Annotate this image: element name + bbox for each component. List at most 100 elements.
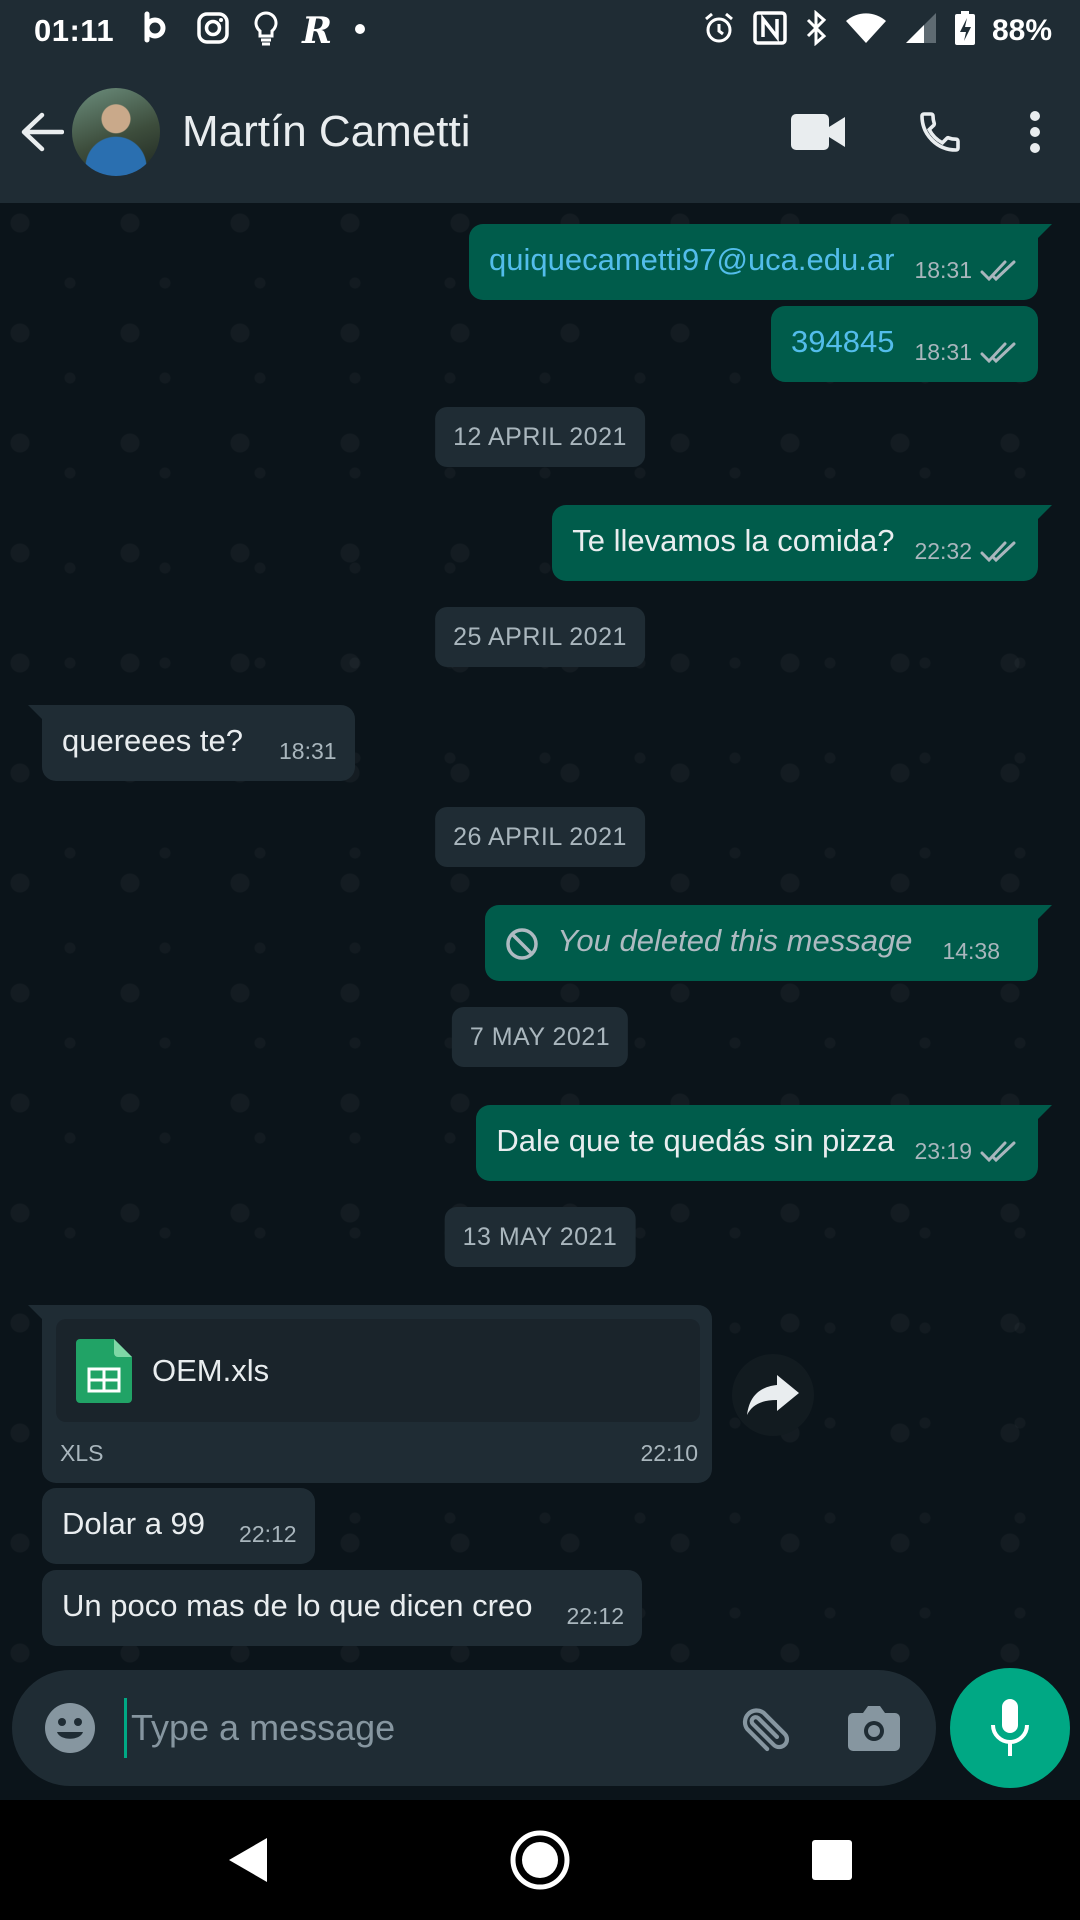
wifi-icon xyxy=(844,11,888,50)
spreadsheet-icon xyxy=(76,1338,132,1403)
document-footer: XLS 22:10 xyxy=(56,1422,700,1467)
incoming-message[interactable]: Dolar a 99 22:12 xyxy=(42,1488,315,1564)
back-button[interactable] xyxy=(18,108,66,156)
message-text: quereees te? xyxy=(62,722,243,758)
bluetooth-icon xyxy=(804,9,828,51)
microphone-icon xyxy=(991,1699,1029,1756)
document-message[interactable]: OEM.xls XLS 22:10 xyxy=(28,1305,712,1483)
message-meta: 22:12 xyxy=(239,1520,297,1564)
document-name: OEM.xls xyxy=(152,1352,270,1388)
message-text: You deleted this message xyxy=(557,922,913,958)
outgoing-message[interactable]: Dale que te quedás sin pizza 23:19 xyxy=(476,1105,1052,1181)
message-time: 22:10 xyxy=(640,1440,698,1466)
more-options-button[interactable] xyxy=(1000,82,1070,182)
bereal-icon xyxy=(140,11,174,51)
more-vert-icon xyxy=(1030,111,1040,153)
message-row: Dolar a 99 22:12 xyxy=(42,1488,315,1564)
message-meta: 14:38 xyxy=(942,937,1000,981)
voice-message-button[interactable] xyxy=(950,1668,1070,1788)
lightbulb-icon xyxy=(252,10,280,51)
camera-button[interactable] xyxy=(834,1688,914,1768)
double-check-icon xyxy=(980,260,1016,282)
message-row: You deleted this message 14:38 xyxy=(485,905,1052,981)
notification-icons: R xyxy=(140,10,366,51)
double-check-icon xyxy=(980,541,1016,563)
incoming-message[interactable]: quereees te? 18:31 xyxy=(28,705,355,781)
nav-home-button[interactable] xyxy=(480,1800,600,1920)
message-time: 18:31 xyxy=(914,339,972,366)
video-call-button[interactable] xyxy=(768,82,868,182)
forward-icon xyxy=(747,1375,799,1415)
video-call-icon xyxy=(791,114,845,150)
double-check-icon xyxy=(980,1141,1016,1163)
paperclip-icon xyxy=(742,1708,790,1752)
chat-header: Martín Cametti xyxy=(0,61,1080,203)
message-row: Te llevamos la comida? 22:32 xyxy=(552,505,1052,581)
attach-button[interactable] xyxy=(726,1688,806,1768)
message-text[interactable]: quiquecametti97@uca.edu.ar xyxy=(489,240,894,300)
message-text: Te llevamos la comida? xyxy=(572,522,895,558)
date-separator: 25 APRIL 2021 xyxy=(435,607,645,667)
contact-name[interactable]: Martín Cametti xyxy=(182,107,471,157)
message-time: 22:12 xyxy=(566,1603,625,1630)
square-recents-icon xyxy=(812,1840,852,1880)
contact-avatar[interactable] xyxy=(72,88,160,176)
message-list[interactable]: quiquecametti97@uca.edu.ar 18:31 394845 … xyxy=(0,203,1080,1669)
r-app-icon: R xyxy=(302,9,332,52)
message-time: 14:38 xyxy=(942,938,1000,965)
emoji-button[interactable] xyxy=(40,1698,100,1758)
message-row: quiquecametti97@uca.edu.ar 18:31 xyxy=(468,224,1053,300)
status-time: 01:11 xyxy=(34,12,115,48)
message-meta: 18:31 xyxy=(279,737,337,781)
voice-call-button[interactable] xyxy=(890,82,990,182)
message-row: Dale que te quedás sin pizza 23:19 xyxy=(476,1105,1052,1181)
document-type: XLS xyxy=(60,1440,104,1466)
voice-call-icon xyxy=(920,112,960,152)
battery-charging-icon xyxy=(954,10,976,51)
battery-percent: 88% xyxy=(991,13,1052,47)
message-composer xyxy=(12,1670,936,1786)
message-time: 22:12 xyxy=(239,1521,297,1548)
date-separator: 26 APRIL 2021 xyxy=(435,807,645,867)
emoji-icon xyxy=(45,1703,95,1753)
message-text: Dolar a 99 xyxy=(62,1505,206,1541)
back-arrow-icon xyxy=(21,112,64,152)
alarm-icon xyxy=(702,11,736,50)
blocked-icon xyxy=(506,928,539,960)
dot-icon xyxy=(354,22,366,40)
message-time: 22:32 xyxy=(914,538,972,565)
system-navigation-bar xyxy=(0,1800,1080,1920)
outgoing-message[interactable]: Te llevamos la comida? 22:32 xyxy=(552,505,1052,581)
message-meta: 18:31 xyxy=(914,338,1020,382)
message-input[interactable] xyxy=(124,1698,706,1758)
incoming-message[interactable]: Un poco mas de lo que dicen creo 22:12 xyxy=(42,1570,643,1646)
instagram-icon xyxy=(196,11,230,50)
system-icons: 88% xyxy=(702,9,1052,51)
document-card[interactable]: OEM.xls xyxy=(56,1319,700,1422)
message-time: 23:19 xyxy=(914,1138,972,1165)
message-row: Un poco mas de lo que dicen creo 22:12 xyxy=(42,1570,643,1646)
date-separator: 12 APRIL 2021 xyxy=(435,407,645,467)
message-row: 394845 18:31 xyxy=(770,306,1038,382)
message-row: quereees te? 18:31 xyxy=(28,705,355,781)
forward-button[interactable] xyxy=(732,1354,814,1436)
outgoing-message[interactable]: quiquecametti97@uca.edu.ar 18:31 xyxy=(468,224,1053,300)
double-check-icon xyxy=(980,342,1016,364)
message-time: 18:31 xyxy=(278,738,337,765)
home-circle-icon xyxy=(510,1830,570,1890)
nav-back-button[interactable] xyxy=(188,1800,308,1920)
nav-recents-button[interactable] xyxy=(772,1800,892,1920)
message-meta: 18:31 xyxy=(914,256,1020,300)
deleted-message[interactable]: You deleted this message 14:38 xyxy=(485,905,1052,981)
signal-icon xyxy=(904,11,938,50)
nfc-icon xyxy=(752,10,788,51)
status-bar: 01:11 R 88% xyxy=(0,0,1080,61)
message-time: 18:31 xyxy=(914,257,972,284)
message-meta: 22:32 xyxy=(914,537,1020,581)
camera-icon xyxy=(848,1706,900,1751)
outgoing-message[interactable]: 394845 18:31 xyxy=(770,306,1038,382)
message-meta: 23:19 xyxy=(914,1137,1020,1181)
message-text: Dale que te quedás sin pizza xyxy=(496,1122,895,1158)
header-actions xyxy=(768,82,1080,182)
message-text[interactable]: 394845 xyxy=(791,322,894,382)
